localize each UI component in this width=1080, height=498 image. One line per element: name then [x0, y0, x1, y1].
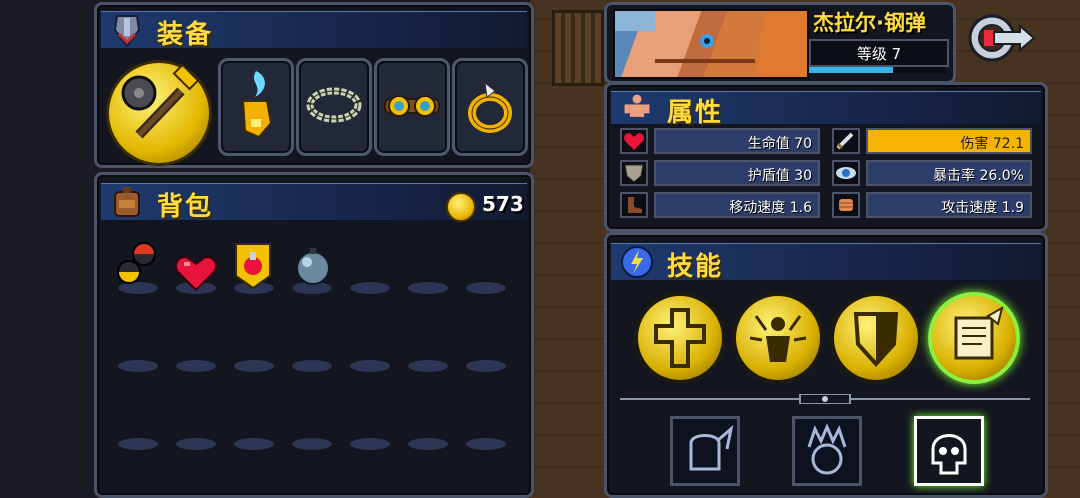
shield-icon — [853, 312, 899, 367]
bag-slot[interactable] — [466, 438, 506, 450]
dungeon-door — [552, 10, 604, 86]
skull-icon — [931, 434, 967, 475]
stat-speed-label: 移动速度 1.6 — [729, 200, 812, 216]
equipment-header: 装备 — [101, 11, 527, 50]
hero-portrait — [613, 9, 809, 79]
stat-shield: 护盾值 30 — [620, 160, 820, 186]
ring-icon — [468, 81, 512, 133]
goggles-icon — [384, 95, 440, 117]
back-button[interactable] — [966, 12, 1036, 64]
cross-icon — [654, 308, 706, 368]
body-icon — [624, 94, 650, 117]
stat-crit-label: 暴击率 26.0% — [933, 168, 1024, 184]
backpack-icon — [114, 187, 140, 217]
armor-icon — [113, 15, 141, 48]
bag-slot[interactable] — [176, 360, 216, 372]
bag-slot[interactable] — [118, 360, 158, 372]
gold-counter: 573 — [444, 190, 524, 222]
bag-slot[interactable] — [466, 360, 506, 372]
sword-icon — [832, 128, 860, 154]
gold-amount: 573 — [482, 192, 524, 216]
boot-icon — [620, 192, 648, 218]
rune-slot-skull[interactable] — [914, 416, 984, 486]
equipment-title: 装备 — [157, 20, 214, 50]
lightning-orb-icon — [621, 246, 653, 278]
eye-icon — [832, 160, 860, 186]
bag-slot[interactable] — [350, 438, 390, 450]
bag-slot[interactable] — [176, 438, 216, 450]
bag-slot[interactable] — [408, 282, 448, 294]
bag-slot[interactable] — [292, 360, 332, 372]
attributes-header: 属性 — [611, 91, 1041, 128]
equip-slot-goggles[interactable] — [374, 58, 450, 156]
ornament-divider — [620, 394, 1030, 404]
flame-gauntlet-icon — [241, 71, 273, 139]
gold-coin-icon — [446, 192, 476, 222]
bag-slot[interactable] — [118, 438, 158, 450]
weapon-slot[interactable] — [106, 60, 212, 166]
xp-bar-fill — [809, 67, 893, 73]
bag-slot[interactable] — [350, 360, 390, 372]
bag-slot[interactable] — [292, 438, 332, 450]
stat-damage-label: 伤害 72.1 — [960, 136, 1024, 152]
equip-slot-necklace[interactable] — [296, 58, 372, 156]
hero-name: 杰拉尔·钢弹 — [813, 11, 926, 35]
stat-shield-label: 护盾值 30 — [747, 168, 812, 184]
winged-scroll-icon — [954, 305, 1004, 360]
hero-level-box: 等级 7 — [809, 39, 949, 67]
iron-orb-icon[interactable] — [290, 244, 336, 290]
bag-slot[interactable] — [234, 438, 274, 450]
stat-attack-speed-label: 攻击速度 1.9 — [941, 200, 1024, 216]
bomb-pair-icon[interactable] — [112, 240, 162, 288]
heart-icon — [620, 128, 648, 154]
hero-panel: 杰拉尔·钢弹 等级 7 — [604, 2, 956, 84]
stat-damage: 伤害 72.1 — [832, 128, 1032, 154]
stat-speed: 移动速度 1.6 — [620, 192, 820, 218]
bag-slot[interactable] — [350, 282, 390, 294]
equip-slot-gauntlet[interactable] — [218, 58, 294, 156]
fist-icon — [832, 192, 860, 218]
bead-necklace-icon — [306, 87, 362, 123]
mace-icon — [121, 63, 200, 139]
spiky-hair-face-icon — [807, 423, 847, 475]
equip-slot-ring[interactable] — [452, 58, 528, 156]
bag-title: 背包 — [157, 192, 214, 222]
skill-aura[interactable] — [732, 292, 824, 384]
bag-slot[interactable] — [234, 360, 274, 372]
shield-icon — [620, 160, 648, 186]
bag-slot[interactable] — [466, 282, 506, 294]
stat-crit: 暴击率 26.0% — [832, 160, 1032, 186]
rune-slot-hero-face[interactable] — [792, 416, 862, 486]
bag-slot[interactable] — [408, 360, 448, 372]
heart-icon[interactable] — [174, 254, 218, 294]
bag-slot[interactable] — [408, 438, 448, 450]
winged-helm-icon — [689, 425, 734, 471]
skill-shield[interactable] — [830, 292, 922, 384]
rune-slot-winged-helm[interactable] — [670, 416, 740, 486]
attributes-title: 属性 — [667, 98, 724, 128]
skills-header: 技能 — [611, 243, 1041, 282]
stat-attack-speed: 攻击速度 1.9 — [832, 192, 1032, 218]
xp-bar-track — [809, 67, 945, 73]
stat-health-label: 生命值 70 — [747, 136, 812, 152]
skill-cross[interactable] — [634, 292, 726, 384]
potion-card-icon[interactable] — [232, 240, 274, 290]
stat-health: 生命值 70 — [620, 128, 820, 154]
aura-figure-icon — [749, 315, 807, 362]
hero-face-icon — [615, 11, 807, 77]
skills-title: 技能 — [667, 252, 724, 282]
skill-scroll[interactable] — [928, 292, 1020, 384]
hero-level: 等级 7 — [856, 45, 902, 63]
